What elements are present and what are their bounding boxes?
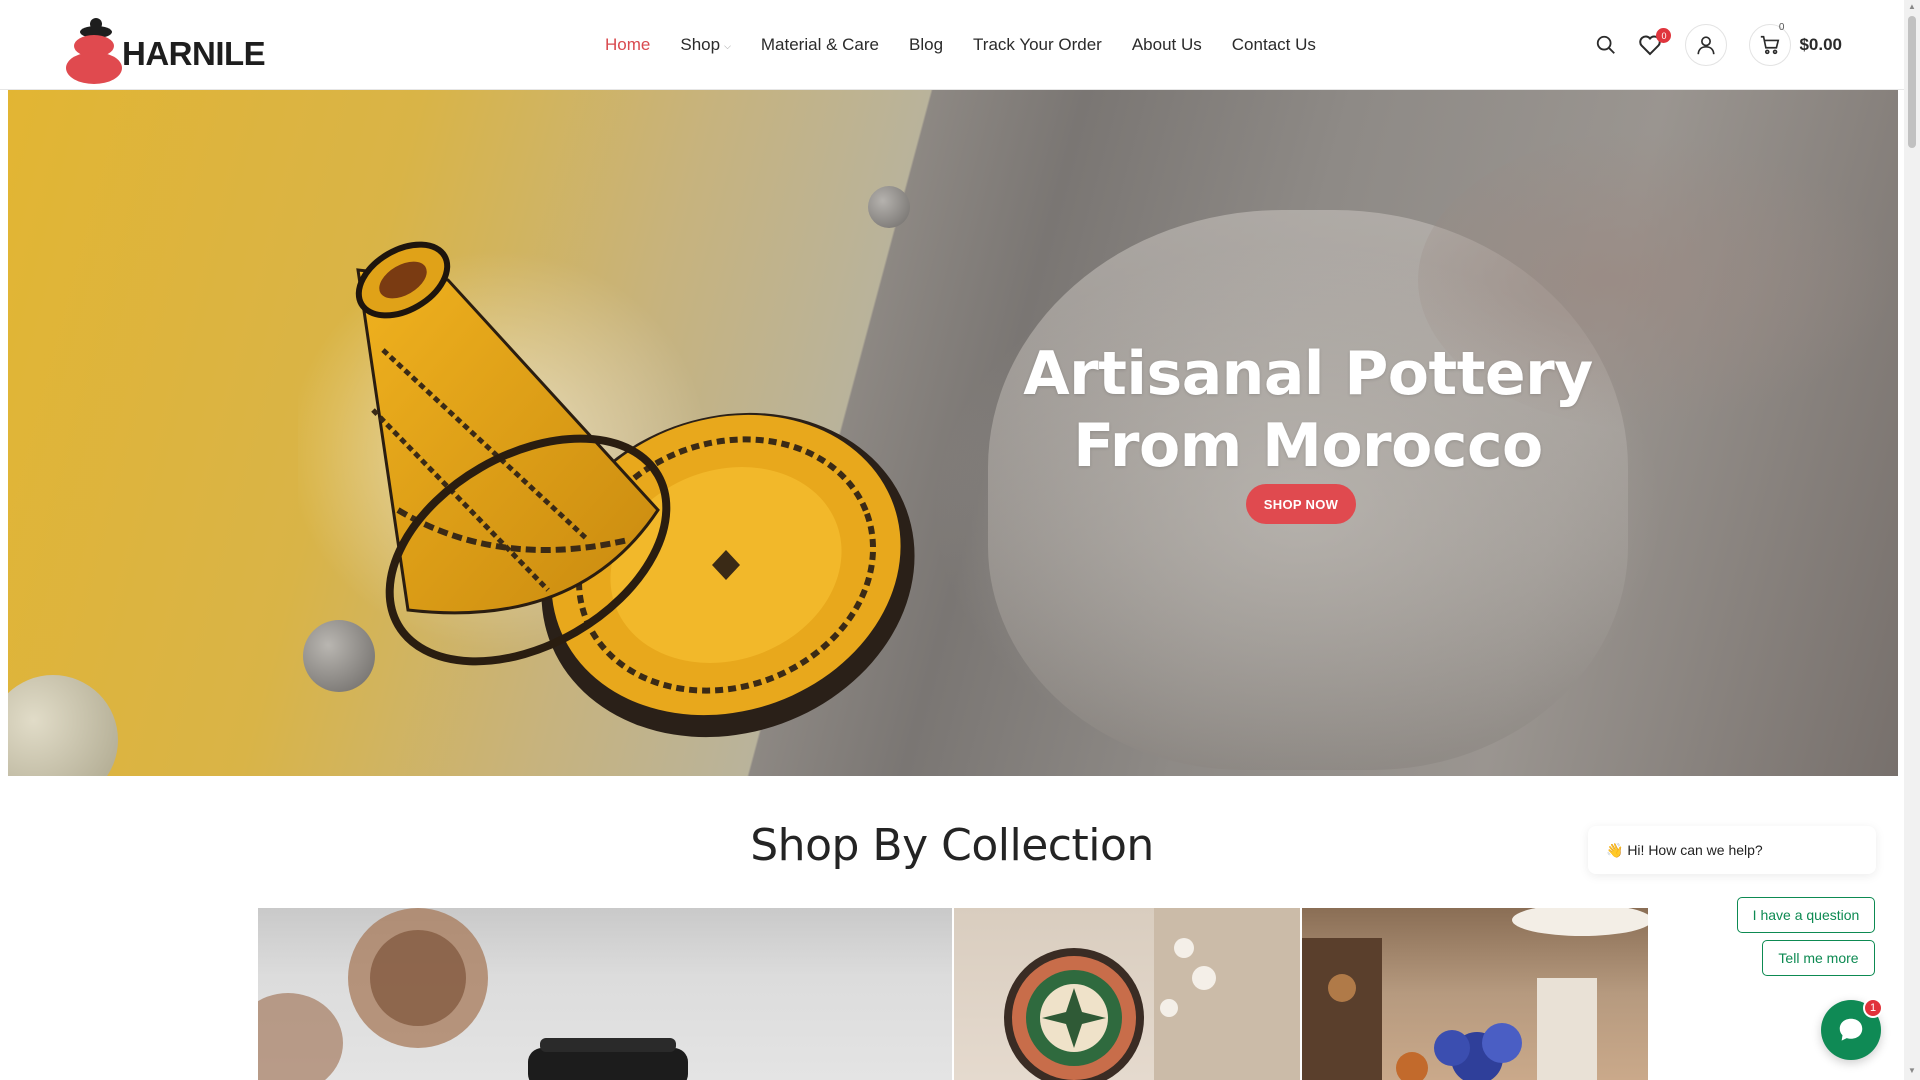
nav-label: About Us [1131, 35, 1202, 54]
hero-title-line-2: From Morocco [1073, 411, 1543, 481]
shop-now-button[interactable]: SHOP NOW [1246, 484, 1356, 524]
page-scrollbar[interactable]: ▲ ▼ [1904, 0, 1920, 1080]
logo-mark-icon [64, 16, 124, 86]
hero-title: Artisanal Pottery From Morocco [1018, 338, 1598, 482]
chat-greeting: 👋 Hi! How can we help? [1588, 826, 1876, 874]
brand-name: HARNILE [122, 35, 266, 72]
wishlist-button[interactable]: 0 [1635, 28, 1672, 60]
search-icon [1597, 35, 1616, 54]
cart-total[interactable]: $0.00 [1799, 35, 1842, 55]
scroll-down-arrow-icon[interactable]: ▼ [1904, 1066, 1920, 1078]
user-icon [1697, 36, 1716, 55]
nav-item-shop[interactable]: Shop ⌵ [665, 35, 746, 55]
nav-item-blog[interactable]: Blog [894, 35, 958, 55]
chevron-down-icon: ⌵ [724, 40, 731, 51]
nav-item-contact[interactable]: Contact Us [1217, 35, 1331, 55]
account-button[interactable] [1685, 24, 1728, 66]
cart-count-badge: 0 [1778, 22, 1785, 33]
hero-title-line-1: Artisanal Pottery [1023, 339, 1593, 409]
site-logo[interactable]: HARNILE [64, 16, 266, 86]
nav-label: Home [605, 35, 651, 54]
nav-label: Blog [909, 35, 944, 54]
collection-card[interactable] [258, 908, 952, 1080]
cart-icon [1761, 35, 1780, 55]
chat-option-question[interactable]: I have a question [1737, 897, 1875, 933]
scroll-up-arrow-icon[interactable]: ▲ [1904, 2, 1920, 14]
site-header: HARNILE Home Shop ⌵ Material & Care Blog … [0, 0, 1904, 90]
hero-banner: Artisanal Pottery From Morocco SHOP NOW [8, 90, 1898, 776]
nav-label: Contact Us [1231, 35, 1316, 54]
collection-card[interactable] [1302, 908, 1648, 1080]
nav-label: Track Your Order [973, 35, 1102, 54]
scrollbar-thumb[interactable] [1908, 16, 1916, 148]
nav-item-track-order[interactable]: Track Your Order [958, 35, 1117, 55]
header-tools: 0 0 $0.00 [1591, 0, 1842, 90]
cart-button[interactable]: 0 [1749, 22, 1792, 66]
collection-card[interactable] [954, 908, 1300, 1080]
nav-item-home[interactable]: Home [590, 35, 665, 55]
search-button[interactable] [1591, 30, 1621, 60]
collection-image [258, 908, 688, 1080]
chat-unread-badge: 1 [1863, 998, 1883, 1018]
chat-option-tell-more[interactable]: Tell me more [1762, 940, 1875, 976]
nav-item-about[interactable]: About Us [1117, 35, 1217, 55]
nav-label: Shop [680, 35, 721, 54]
collection-image [1004, 908, 1300, 1080]
chat-bubble-icon [1839, 1018, 1863, 1041]
wishlist-count-badge: 0 [1656, 28, 1672, 43]
main-nav: Home Shop ⌵ Material & Care Blog Track Yo… [590, 0, 1331, 90]
chat-launcher-button[interactable]: 1 [1821, 998, 1883, 1060]
nav-label: Material & Care [760, 35, 879, 54]
nav-item-material-care[interactable]: Material & Care [746, 35, 894, 55]
collection-image [1302, 908, 1648, 1080]
tagine-illustration [298, 241, 915, 738]
